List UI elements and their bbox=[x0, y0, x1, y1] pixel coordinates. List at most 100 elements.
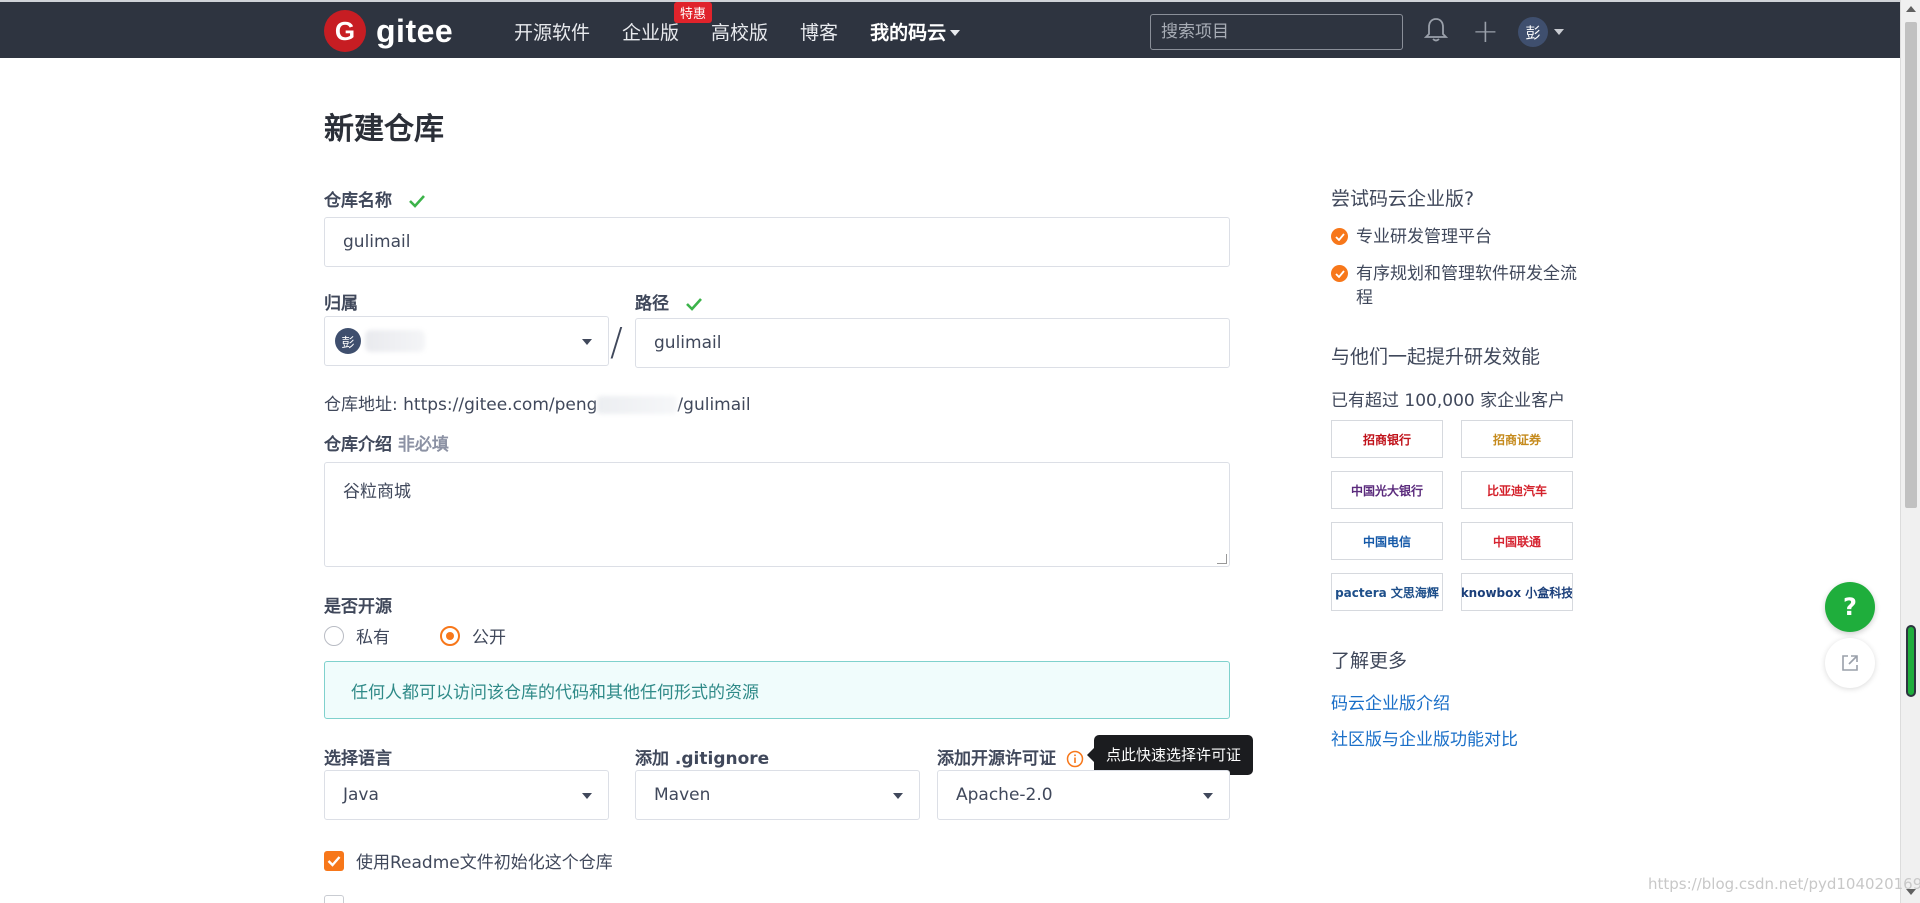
page-title: 新建仓库 bbox=[324, 112, 444, 147]
repo-url-prefix: 仓库地址: https://gitee.com/peng bbox=[324, 395, 598, 415]
public-radio-label[interactable]: 公开 bbox=[472, 623, 506, 648]
scroll-thumb[interactable] bbox=[1905, 22, 1917, 508]
readme-checkbox-label: 使用Readme文件初始化这个仓库 bbox=[356, 853, 613, 873]
help-button[interactable]: ? bbox=[1825, 582, 1875, 632]
nav-blog[interactable]: 博客 bbox=[800, 18, 838, 45]
chevron-down-icon bbox=[893, 793, 903, 799]
gitignore-label: 添加 .gitignore bbox=[635, 749, 770, 769]
nav-open-source[interactable]: 开源软件 bbox=[514, 18, 590, 45]
edition-compare-link[interactable]: 社区版与企业版功能对比 bbox=[1331, 725, 1518, 750]
owner-name-redacted bbox=[365, 330, 425, 352]
readme-checkbox[interactable] bbox=[324, 850, 344, 871]
share-button[interactable] bbox=[1825, 638, 1875, 688]
intro-label-text: 仓库介绍 bbox=[324, 435, 392, 455]
watermark: https://blog.csdn.net/pyd1040201698 bbox=[1648, 875, 1920, 893]
learn-more-title: 了解更多 bbox=[1331, 650, 1408, 672]
nav-my-gitee[interactable]: 我的码云 bbox=[870, 18, 961, 45]
main-nav: 开源软件 企业版 特惠 高校版 博客 我的码云 bbox=[514, 1, 992, 60]
gitee-logo[interactable]: G gitee bbox=[324, 10, 453, 52]
feature-item: 有序规划和管理软件研发全流程 bbox=[1331, 262, 1581, 310]
intro-optional-hint: 非必填 bbox=[397, 435, 449, 455]
language-value: Java bbox=[343, 785, 379, 805]
info-icon[interactable] bbox=[1066, 750, 1084, 768]
customer-logo: 中国联通 bbox=[1461, 522, 1573, 560]
enterprise-try-title: 尝试码云企业版? bbox=[1331, 188, 1475, 210]
customer-logo-grid: 招商银行 招商证券 中国光大银行 比亚迪汽车 中国电信 中国联通 pactera… bbox=[1331, 420, 1573, 611]
repo-url: 仓库地址: https://gitee.com/peng/gulimail bbox=[324, 390, 751, 415]
gitignore-select[interactable]: Maven bbox=[635, 770, 920, 820]
open-source-label: 是否开源 bbox=[324, 597, 392, 617]
page-scrollbar[interactable] bbox=[1900, 0, 1920, 903]
path-label-text: 路径 bbox=[635, 294, 669, 314]
plus-icon[interactable]: + bbox=[1472, 15, 1499, 47]
chevron-down-icon bbox=[950, 30, 961, 36]
feature-item: 专业研发管理平台 bbox=[1331, 225, 1581, 249]
together-title: 与他们一起提升研发效能 bbox=[1331, 346, 1541, 368]
customer-logo: 中国光大银行 bbox=[1331, 471, 1443, 509]
resize-handle-icon[interactable] bbox=[1217, 554, 1227, 564]
public-radio[interactable] bbox=[440, 625, 460, 646]
customer-logo: 招商银行 bbox=[1331, 420, 1443, 458]
repo-name-input[interactable]: gulimail bbox=[324, 217, 1230, 267]
top-navbar: G gitee 开源软件 企业版 特惠 高校版 博客 我的码云 + 彭 bbox=[0, 0, 1900, 58]
path-label: 路径 bbox=[635, 289, 703, 314]
intro-label: 仓库介绍 非必填 bbox=[324, 430, 449, 455]
license-label-text: 添加开源许可证 bbox=[937, 749, 1056, 769]
feature-text: 有序规划和管理软件研发全流程 bbox=[1356, 264, 1577, 308]
language-select[interactable]: Java bbox=[324, 770, 609, 820]
scroll-indicator bbox=[1906, 625, 1916, 697]
nav-enterprise-label: 企业版 bbox=[622, 21, 680, 44]
repo-url-redacted bbox=[597, 396, 678, 414]
external-link-icon bbox=[1842, 655, 1858, 671]
customer-logo: 招商证券 bbox=[1461, 420, 1573, 458]
nav-education[interactable]: 高校版 bbox=[711, 18, 768, 45]
nav-my-gitee-label: 我的码云 bbox=[870, 21, 947, 44]
customer-logo: knowbox 小盒科技 bbox=[1461, 573, 1573, 611]
license-label: 添加开源许可证 bbox=[937, 744, 1084, 769]
owner-select[interactable]: 彭 bbox=[324, 316, 609, 366]
private-radio[interactable] bbox=[324, 625, 344, 646]
customer-logo: pactera 文思海辉 bbox=[1331, 573, 1443, 611]
check-icon bbox=[686, 298, 702, 311]
check-circle-icon bbox=[1331, 265, 1348, 282]
feature-text: 专业研发管理平台 bbox=[1356, 227, 1492, 247]
language-label: 选择语言 bbox=[324, 749, 392, 769]
license-select[interactable]: Apache-2.0 bbox=[937, 770, 1230, 820]
chevron-down-icon bbox=[582, 793, 592, 799]
check-circle-icon bbox=[1331, 228, 1348, 245]
owner-avatar: 彭 bbox=[335, 328, 361, 354]
gitee-logo-text: gitee bbox=[376, 12, 454, 49]
repo-url-suffix: /gulimail bbox=[677, 395, 751, 415]
customer-logo: 中国电信 bbox=[1331, 522, 1443, 560]
gitee-logo-mark: G bbox=[324, 10, 366, 52]
private-radio-label[interactable]: 私有 bbox=[356, 623, 390, 648]
repo-name-label-text: 仓库名称 bbox=[324, 191, 392, 211]
repo-name-label: 仓库名称 bbox=[324, 186, 426, 211]
gitignore-value: Maven bbox=[654, 785, 711, 805]
public-notice: 任何人都可以访问该仓库的代码和其他任何形式的资源 bbox=[324, 661, 1230, 719]
chevron-down-icon bbox=[582, 339, 592, 345]
nav-enterprise[interactable]: 企业版 特惠 bbox=[622, 1, 713, 45]
template-checkbox[interactable] bbox=[324, 895, 344, 903]
search-input[interactable] bbox=[1150, 14, 1403, 50]
chevron-down-icon[interactable] bbox=[1554, 29, 1564, 35]
readme-checkbox-row[interactable]: 使用Readme文件初始化这个仓库 bbox=[324, 848, 613, 873]
license-tooltip: 点此快速选择许可证 bbox=[1086, 735, 1254, 775]
intro-value: 谷粒商城 bbox=[343, 482, 411, 502]
intro-textarea[interactable]: 谷粒商城 bbox=[324, 462, 1230, 567]
owner-label: 归属 bbox=[324, 294, 358, 314]
check-icon bbox=[409, 195, 425, 208]
visibility-radio-group: 私有 公开 bbox=[324, 623, 506, 648]
hot-badge: 特惠 bbox=[674, 1, 713, 23]
path-separator: / bbox=[610, 320, 623, 364]
avatar[interactable]: 彭 bbox=[1518, 17, 1548, 47]
scroll-up-arrow-icon[interactable] bbox=[1906, 6, 1916, 12]
bell-icon[interactable] bbox=[1423, 17, 1449, 47]
path-value: gulimail bbox=[654, 333, 722, 353]
enterprise-intro-link[interactable]: 码云企业版介绍 bbox=[1331, 689, 1450, 714]
path-input[interactable]: gulimail bbox=[635, 318, 1230, 368]
repo-name-value: gulimail bbox=[343, 232, 411, 252]
license-value: Apache-2.0 bbox=[956, 785, 1053, 805]
customer-logo: 比亚迪汽车 bbox=[1461, 471, 1573, 509]
chevron-down-icon bbox=[1203, 793, 1213, 799]
